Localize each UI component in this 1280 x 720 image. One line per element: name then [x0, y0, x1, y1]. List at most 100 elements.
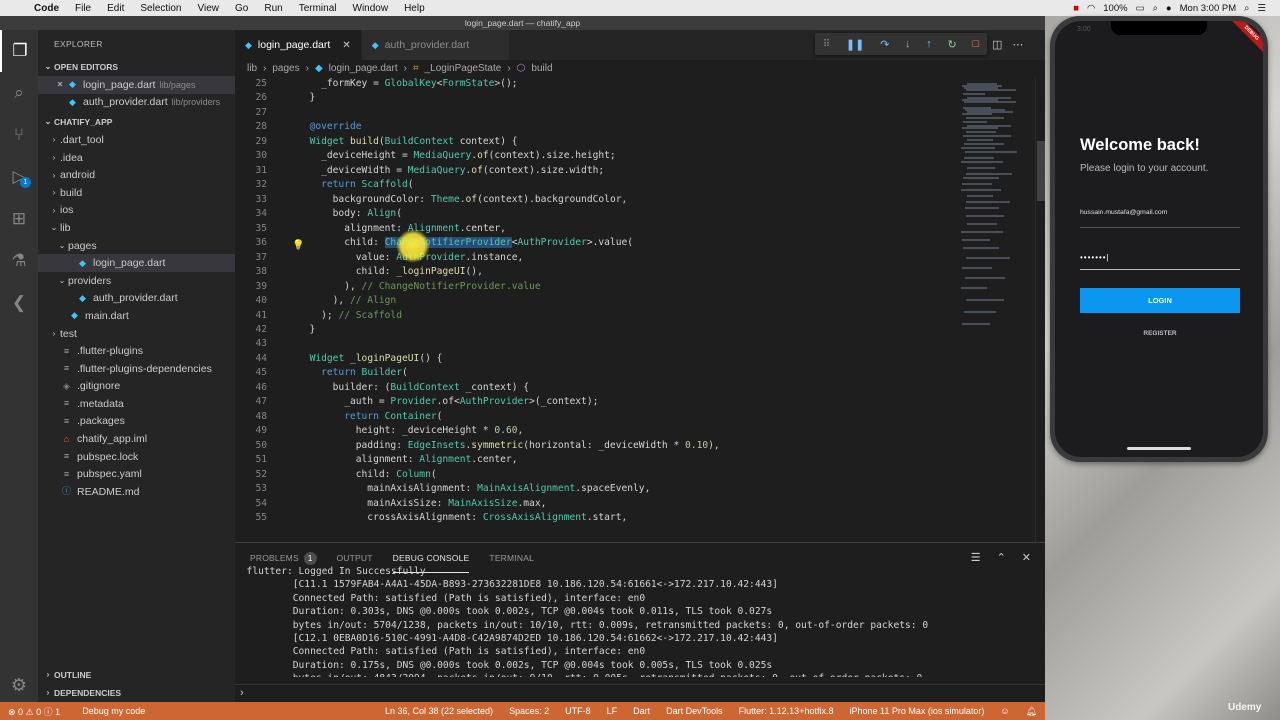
bell-icon[interactable]: 🔔︎ [1018, 706, 1045, 717]
step-over-icon[interactable]: ↷ [880, 38, 889, 51]
folder-item[interactable]: › test [38, 325, 235, 343]
close-icon[interactable]: ✕ [54, 80, 66, 89]
pause-icon[interactable]: ❚❚ [846, 38, 864, 51]
code-line[interactable]: 48 return Container( [235, 410, 957, 424]
breadcrumb-item[interactable]: lib [247, 63, 257, 74]
code-line[interactable]: 42 } [235, 323, 957, 337]
code-line[interactable]: 40 ), // Align [235, 294, 957, 308]
file-item[interactable]: ◆ auth_provider.dart [38, 290, 235, 308]
dart-devtools[interactable]: Dart DevTools [658, 706, 731, 716]
step-out-icon[interactable]: ↑ [926, 38, 932, 50]
clear-console-icon[interactable]: ☰ [971, 551, 981, 564]
list-icon[interactable]: ☰ [1257, 3, 1266, 14]
code-line[interactable]: 34 body: Align( [235, 207, 957, 221]
flutter-version[interactable]: Flutter: 1.12.13+hotfix.8 [731, 706, 842, 716]
code-line[interactable]: 51 alignment: Alignment.center, [235, 453, 957, 467]
code-line[interactable]: 38 child: _loginPageUI(), [235, 265, 957, 279]
cursor-position[interactable]: Ln 36, Col 38 (22 selected) [377, 706, 501, 716]
code-line[interactable]: 39 ), // ChangeNotifierProvider.value [235, 280, 957, 294]
folder-item[interactable]: › android [38, 166, 235, 184]
record-icon[interactable]: ■ [1073, 3, 1079, 14]
code-line[interactable]: 50 padding: EdgeInsets.symmetric(horizon… [235, 439, 957, 453]
wifi-icon[interactable]: ◠ [1087, 3, 1095, 14]
step-into-icon[interactable]: ↓ [905, 38, 911, 50]
code-line[interactable]: 44 Widget _loginPageUI() { [235, 352, 957, 366]
register-button[interactable]: REGISTER [1080, 330, 1240, 337]
code-line[interactable]: 43 [235, 337, 957, 351]
extensions-icon[interactable]: ⊞ [0, 198, 38, 240]
flask-icon[interactable]: ⚗ [0, 240, 38, 282]
lightbulb-icon[interactable]: 💡 [292, 240, 304, 251]
code-line[interactable]: 46 builder: (BuildContext _context) { [235, 381, 957, 395]
code-line[interactable]: 53 mainAxisAlignment: MainAxisAlignment.… [235, 482, 957, 496]
file-item[interactable]: ≡ .packages [38, 413, 235, 431]
breadcrumb-item[interactable]: _LoginPageState [425, 63, 502, 74]
code-line[interactable]: 32 return Scaffold( [235, 178, 957, 192]
drag-handle-icon[interactable]: ⠿ [823, 39, 830, 50]
code-line[interactable]: 49 height: _deviceHeight * 0.60, [235, 424, 957, 438]
folder-item[interactable]: ⌄ providers [38, 272, 235, 290]
file-item[interactable]: ≡ .flutter-plugins-dependencies [38, 360, 235, 378]
code-line[interactable]: 52 child: Column( [235, 468, 957, 482]
code-line[interactable]: 41 ); // Scaffold [235, 309, 957, 323]
folder-item[interactable]: › ios [38, 202, 235, 220]
menu-code[interactable]: Code [26, 3, 67, 14]
maximize-panel-icon[interactable]: ⌃ [997, 551, 1006, 564]
email-field[interactable]: hussain.mustafa@gmail.com [1080, 206, 1240, 228]
restart-icon[interactable]: ↻ [948, 38, 957, 51]
open-editor-item[interactable]: ✕ ◆ login_page.dart lib/pages [38, 76, 235, 94]
close-panel-icon[interactable]: ✕ [1022, 551, 1031, 564]
editor-scrollbar[interactable] [1035, 77, 1045, 542]
debug-console-input[interactable]: › [235, 684, 1045, 702]
folder-item[interactable]: › .idea [38, 149, 235, 167]
spotlight-icon[interactable]: ⌕ [1153, 3, 1158, 14]
outline-header[interactable]: › OUTLINE [38, 666, 235, 684]
code-line[interactable]: 27 [235, 106, 957, 120]
search-icon[interactable]: ⌕ [1244, 3, 1249, 14]
line-endings[interactable]: LF [599, 706, 626, 716]
battery-percent[interactable]: 100% [1103, 3, 1127, 14]
file-item[interactable]: ◆ login_page.dart [38, 254, 235, 272]
code-line[interactable]: 45 return Builder( [235, 366, 957, 380]
menu-file[interactable]: File [67, 3, 99, 14]
code-line[interactable]: 36 child: ChangeNotifierProvider<AuthPro… [235, 236, 957, 250]
split-editor-icon[interactable]: ◫ [992, 38, 1002, 51]
folder-item[interactable]: ⌄ pages [38, 237, 235, 255]
debug-icon[interactable]: ▷ 1 [0, 156, 38, 198]
menu-selection[interactable]: Selection [132, 3, 189, 14]
menu-help[interactable]: Help [396, 3, 433, 14]
breadcrumb-item[interactable]: pages [272, 63, 299, 74]
breadcrumb-item[interactable]: build [531, 63, 552, 74]
open-editor-item[interactable]: ◆ auth_provider.dart lib/providers [38, 94, 235, 112]
menu-run[interactable]: Run [256, 3, 290, 14]
code-line[interactable]: 29 Widget build(BuildContext context) { [235, 135, 957, 149]
password-field[interactable]: •••••••| [1080, 248, 1240, 270]
search-icon[interactable]: ⌕ [0, 72, 38, 114]
code-line[interactable]: 33 backgroundColor: Theme.of(context).ba… [235, 193, 957, 207]
more-actions-icon[interactable]: ⋯ [1012, 38, 1023, 51]
login-button[interactable]: LOGIN [1080, 288, 1240, 313]
tab-auth-provider[interactable]: ◆ auth_provider.dart [361, 30, 511, 60]
explorer-icon[interactable]: ❐ [0, 30, 38, 72]
battery-icon[interactable]: ▭ [1136, 3, 1145, 14]
file-item[interactable]: ≡ pubspec.yaml [38, 465, 235, 483]
folder-item[interactable]: › .dart_tool [38, 131, 235, 149]
stop-icon[interactable]: □ [972, 38, 979, 50]
code-line[interactable]: 28 @override [235, 120, 957, 134]
feedback-icon[interactable]: ☺ [992, 706, 1017, 716]
file-item[interactable]: ≡ .flutter-plugins [38, 342, 235, 360]
code-line[interactable]: 35 alignment: Alignment.center, [235, 222, 957, 236]
debug-config[interactable]: Debug my code [74, 706, 153, 716]
code-line[interactable]: 55 crossAxisAlignment: CrossAxisAlignmen… [235, 511, 957, 525]
file-item[interactable]: ≡ pubspec.lock [38, 448, 235, 466]
file-item[interactable]: ⓘ README.md [38, 483, 235, 501]
code-line[interactable]: 25 _formKey = GlobalKey<FormState>(); [235, 77, 957, 91]
scrollbar-thumb[interactable] [1037, 141, 1045, 201]
file-item[interactable]: ⌂ chatify_app.iml [38, 430, 235, 448]
minimap[interactable] [957, 77, 1035, 542]
language-mode[interactable]: Dart [625, 706, 658, 716]
user-icon[interactable]: ● [1166, 3, 1172, 14]
code-editor[interactable]: 25 _formKey = GlobalKey<FormState>(); 26 … [235, 77, 957, 542]
gear-icon[interactable]: ⚙ [0, 675, 38, 696]
indentation[interactable]: Spaces: 2 [501, 706, 557, 716]
